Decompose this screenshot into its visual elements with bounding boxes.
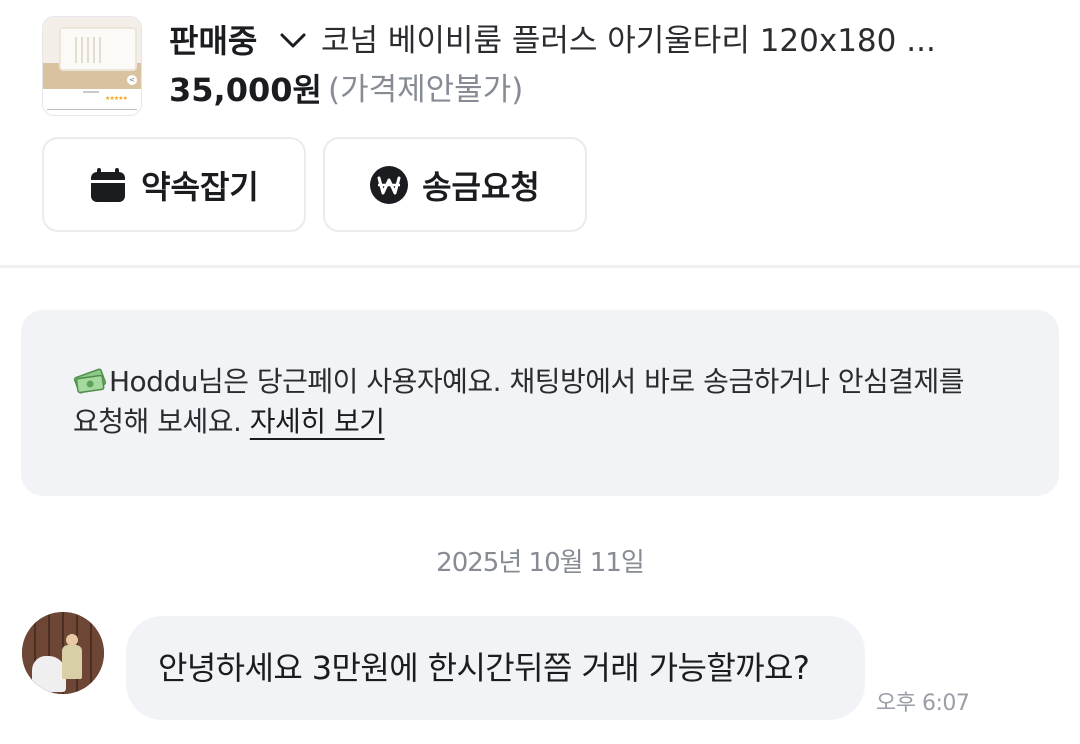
- product-thumbnail[interactable]: < ★★★★★: [42, 16, 142, 116]
- remit-button-label: 송금요청: [422, 167, 540, 206]
- won-coin-icon: [370, 165, 409, 204]
- avatar[interactable]: [22, 612, 104, 694]
- section-divider: [0, 265, 1080, 268]
- calendar-icon: [91, 167, 126, 202]
- schedule-button-label: 약속잡기: [141, 167, 259, 206]
- remit-request-button[interactable]: 송금요청: [323, 137, 587, 232]
- banner-message: Hoddu님은 당근페이 사용자예요. 채팅방에서 바로 송금하거나 안심결제를…: [73, 365, 965, 438]
- money-icon: [73, 368, 107, 394]
- chat-screen: < ★★★★★ 판매중 코넘 베이비룸 플러스 아기울타리 120x180 ..…: [0, 0, 1080, 744]
- product-header[interactable]: < ★★★★★ 판매중 코넘 베이비룸 플러스 아기울타리 120x180 ..…: [42, 16, 1042, 116]
- message-timestamp: 오후 6:07: [876, 691, 970, 716]
- schedule-button[interactable]: 약속잡기: [42, 137, 306, 232]
- message-bubble[interactable]: 안녕하세요 3만원에 한시간뒤쯤 거래 가능할까요?: [126, 616, 865, 720]
- price-note: (가격제안불가): [328, 72, 524, 108]
- share-icon: <: [127, 75, 137, 85]
- message-text: 안녕하세요 3만원에 한시간뒤쯤 거래 가능할까요?: [158, 649, 810, 687]
- sale-status[interactable]: 판매중: [169, 21, 257, 61]
- product-price: 35,000원: [169, 71, 322, 109]
- pay-info-banner: Hoddu님은 당근페이 사용자예요. 채팅방에서 바로 송금하거나 안심결제를…: [21, 310, 1059, 496]
- rating-stars-icon: ★★★★★: [105, 95, 128, 102]
- see-details-link[interactable]: 자세히 보기: [250, 405, 385, 438]
- chevron-down-icon[interactable]: [278, 30, 308, 52]
- date-separator: 2025년 10월 11일: [436, 548, 645, 578]
- product-title[interactable]: 코넘 베이비룸 플러스 아기울타리 120x180 ...: [321, 21, 1021, 61]
